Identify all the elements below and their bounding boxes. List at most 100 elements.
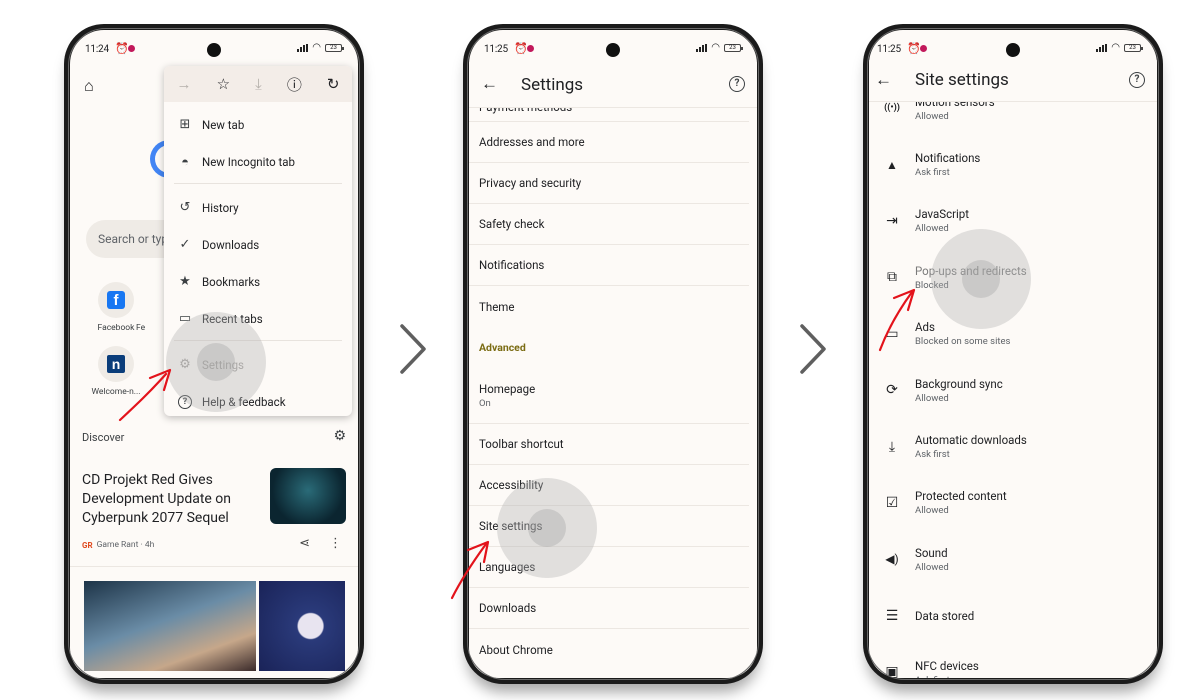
item-label: About Chrome xyxy=(479,642,553,657)
menu-item-history[interactable]: ↺ History xyxy=(164,189,352,226)
download-icon[interactable]: ⤓ xyxy=(255,75,262,93)
item-label: Notifications xyxy=(915,151,981,166)
home-icon[interactable]: ⌂ xyxy=(84,76,94,96)
item-status: Allowed xyxy=(915,561,949,573)
share-icon[interactable]: ⋖ xyxy=(299,536,310,551)
battery-icon: 23 xyxy=(1124,44,1143,52)
touch-ripple xyxy=(931,229,1031,329)
menu-item-label: History xyxy=(202,200,239,215)
settings-item-safety-check[interactable]: Safety check xyxy=(469,204,749,245)
front-camera xyxy=(207,43,221,57)
item-status: Allowed xyxy=(915,505,949,517)
star-icon[interactable]: ☆ xyxy=(217,75,230,93)
site-setting-data-stored[interactable]: ☰ Data stored xyxy=(869,588,1157,644)
site-setting-automatic-downloads[interactable]: ⤓ Automatic downloads Ask first xyxy=(869,418,1157,474)
bell-icon: ▲ xyxy=(886,157,898,172)
touch-ripple xyxy=(166,312,266,412)
alarm-icon: ⏰ xyxy=(514,42,528,55)
settings-item-downloads[interactable]: Downloads xyxy=(469,588,749,629)
discover-settings-icon[interactable]: ⚙ xyxy=(333,428,346,444)
status-time: 11:24 xyxy=(85,44,109,55)
protected-content-icon: ☑ xyxy=(885,494,899,511)
article-image[interactable] xyxy=(84,581,256,671)
settings-item-addresses[interactable]: Addresses and more xyxy=(469,122,749,163)
article-image[interactable] xyxy=(259,581,345,671)
item-label: NFC devices xyxy=(915,658,979,673)
article-title[interactable]: CD Projekt Red Gives Development Update … xyxy=(82,471,262,528)
menu-item-label: Downloads xyxy=(202,237,260,252)
game-rant-logo: GR xyxy=(82,540,93,550)
battery-icon: 23 xyxy=(325,44,344,52)
bookmark-star-icon: ★ xyxy=(179,274,191,289)
status-time: 11:25 xyxy=(877,44,901,55)
phone-screenshot-chrome-menu: 11:24 ⏰ ◠ 23 ⌂ Search or type f Facebook… xyxy=(64,24,364,684)
settings-item-notifications[interactable]: Notifications xyxy=(469,245,749,286)
item-label: Data stored xyxy=(915,608,975,623)
wifi-icon: ◠ xyxy=(312,42,321,53)
menu-toolbar: → ☆ ⤓ ⓘ ↻ xyxy=(164,66,352,102)
back-arrow-icon[interactable]: ← xyxy=(875,70,892,90)
settings-item-homepage[interactable]: Homepage On xyxy=(469,368,749,424)
item-status: Ask first xyxy=(915,167,950,179)
item-status: Blocked on some sites xyxy=(915,336,1011,348)
status-bar: 11:25 ⏰ ◠ 23 xyxy=(469,30,757,60)
phone-screenshot-site-settings: 11:25 ⏰ ◠ 23 ← Site settings ? ((•)) Mot… xyxy=(863,24,1163,684)
site-setting-nfc-devices[interactable]: ▣ NFC devices Ask first xyxy=(869,644,1157,678)
site-setting-background-sync[interactable]: ⟳ Background sync Allowed xyxy=(869,362,1157,418)
app-bar: ← Settings ? xyxy=(469,62,757,108)
phone-screen: 11:25 ⏰ ◠ 23 ← Settings ? Payment method… xyxy=(469,30,757,678)
menu-item-new-tab[interactable]: ⊞ New tab xyxy=(164,106,352,143)
back-arrow-icon[interactable]: ← xyxy=(481,74,498,94)
more-vert-icon[interactable]: ⋮ xyxy=(329,536,342,551)
menu-item-downloads[interactable]: ✓ Downloads xyxy=(164,226,352,263)
chevron-right-icon xyxy=(800,324,826,374)
ads-icon: ▭ xyxy=(885,325,899,342)
status-bar: 11:25 ⏰ ◠ 23 xyxy=(869,30,1157,60)
sync-icon: ⟳ xyxy=(886,382,898,399)
page-title: Site settings xyxy=(915,70,1009,90)
item-label: Toolbar shortcut xyxy=(479,437,564,451)
settings-item-toolbar-shortcut[interactable]: Toolbar shortcut xyxy=(469,424,749,465)
battery-icon: 23 xyxy=(724,44,743,52)
help-icon[interactable]: ? xyxy=(729,76,745,92)
item-label: Addresses and more xyxy=(479,135,585,149)
status-bar: 11:24 ⏰ ◠ 23 xyxy=(70,30,358,60)
n-site-icon: n xyxy=(107,355,125,373)
nfc-icon: ▣ xyxy=(885,664,899,678)
article-source-text: Game Rant · 4h xyxy=(96,540,155,550)
shortcut-label: Fe xyxy=(136,323,146,333)
reload-icon[interactable]: ↻ xyxy=(327,75,340,93)
shortcut-welcome[interactable]: n Welcome-n... xyxy=(86,346,146,397)
help-icon[interactable]: ? xyxy=(1129,72,1145,88)
info-icon[interactable]: ⓘ xyxy=(287,74,302,95)
data-stored-icon: ☰ xyxy=(885,607,899,624)
item-status: Ask first xyxy=(915,675,979,678)
wifi-icon: ◠ xyxy=(711,42,720,53)
site-setting-sound[interactable]: ◀) Sound Allowed xyxy=(869,531,1157,587)
touch-ripple xyxy=(497,478,597,578)
site-setting-protected-content[interactable]: ☑ Protected content Allowed xyxy=(869,475,1157,531)
forward-icon[interactable]: → xyxy=(177,75,192,93)
phone-screen: 11:24 ⏰ ◠ 23 ⌂ Search or type f Facebook… xyxy=(70,30,358,678)
menu-divider xyxy=(174,183,342,184)
download-icon: ⤓ xyxy=(888,438,896,455)
item-status: Allowed xyxy=(915,110,949,122)
menu-item-new-incognito-tab[interactable]: ◓ New Incognito tab xyxy=(164,143,352,180)
shortcut-label: Facebook xyxy=(97,323,135,333)
article-thumbnail[interactable] xyxy=(270,468,346,524)
item-label: Safety check xyxy=(479,217,545,231)
item-label: Automatic downloads xyxy=(915,433,1027,448)
site-settings-list: ((•)) Motion sensorsAllowed ▲ Notificati… xyxy=(869,80,1157,678)
item-label: Background sync xyxy=(915,376,1003,391)
settings-item-privacy-security[interactable]: Privacy and security xyxy=(469,163,749,204)
settings-item-theme[interactable]: Theme xyxy=(469,286,749,327)
article-source: GR Game Rant · 4h xyxy=(82,540,154,550)
notification-dot-icon xyxy=(920,45,927,52)
menu-item-bookmarks[interactable]: ★ Bookmarks xyxy=(164,263,352,300)
menu-item-label: New tab xyxy=(202,117,245,132)
page-title: Settings xyxy=(521,75,584,95)
menu-item-label: New Incognito tab xyxy=(202,154,295,169)
downloads-check-icon: ✓ xyxy=(179,237,191,252)
site-setting-notifications[interactable]: ▲ Notifications Ask first xyxy=(869,136,1157,192)
settings-item-about-chrome[interactable]: About Chrome xyxy=(469,629,749,670)
